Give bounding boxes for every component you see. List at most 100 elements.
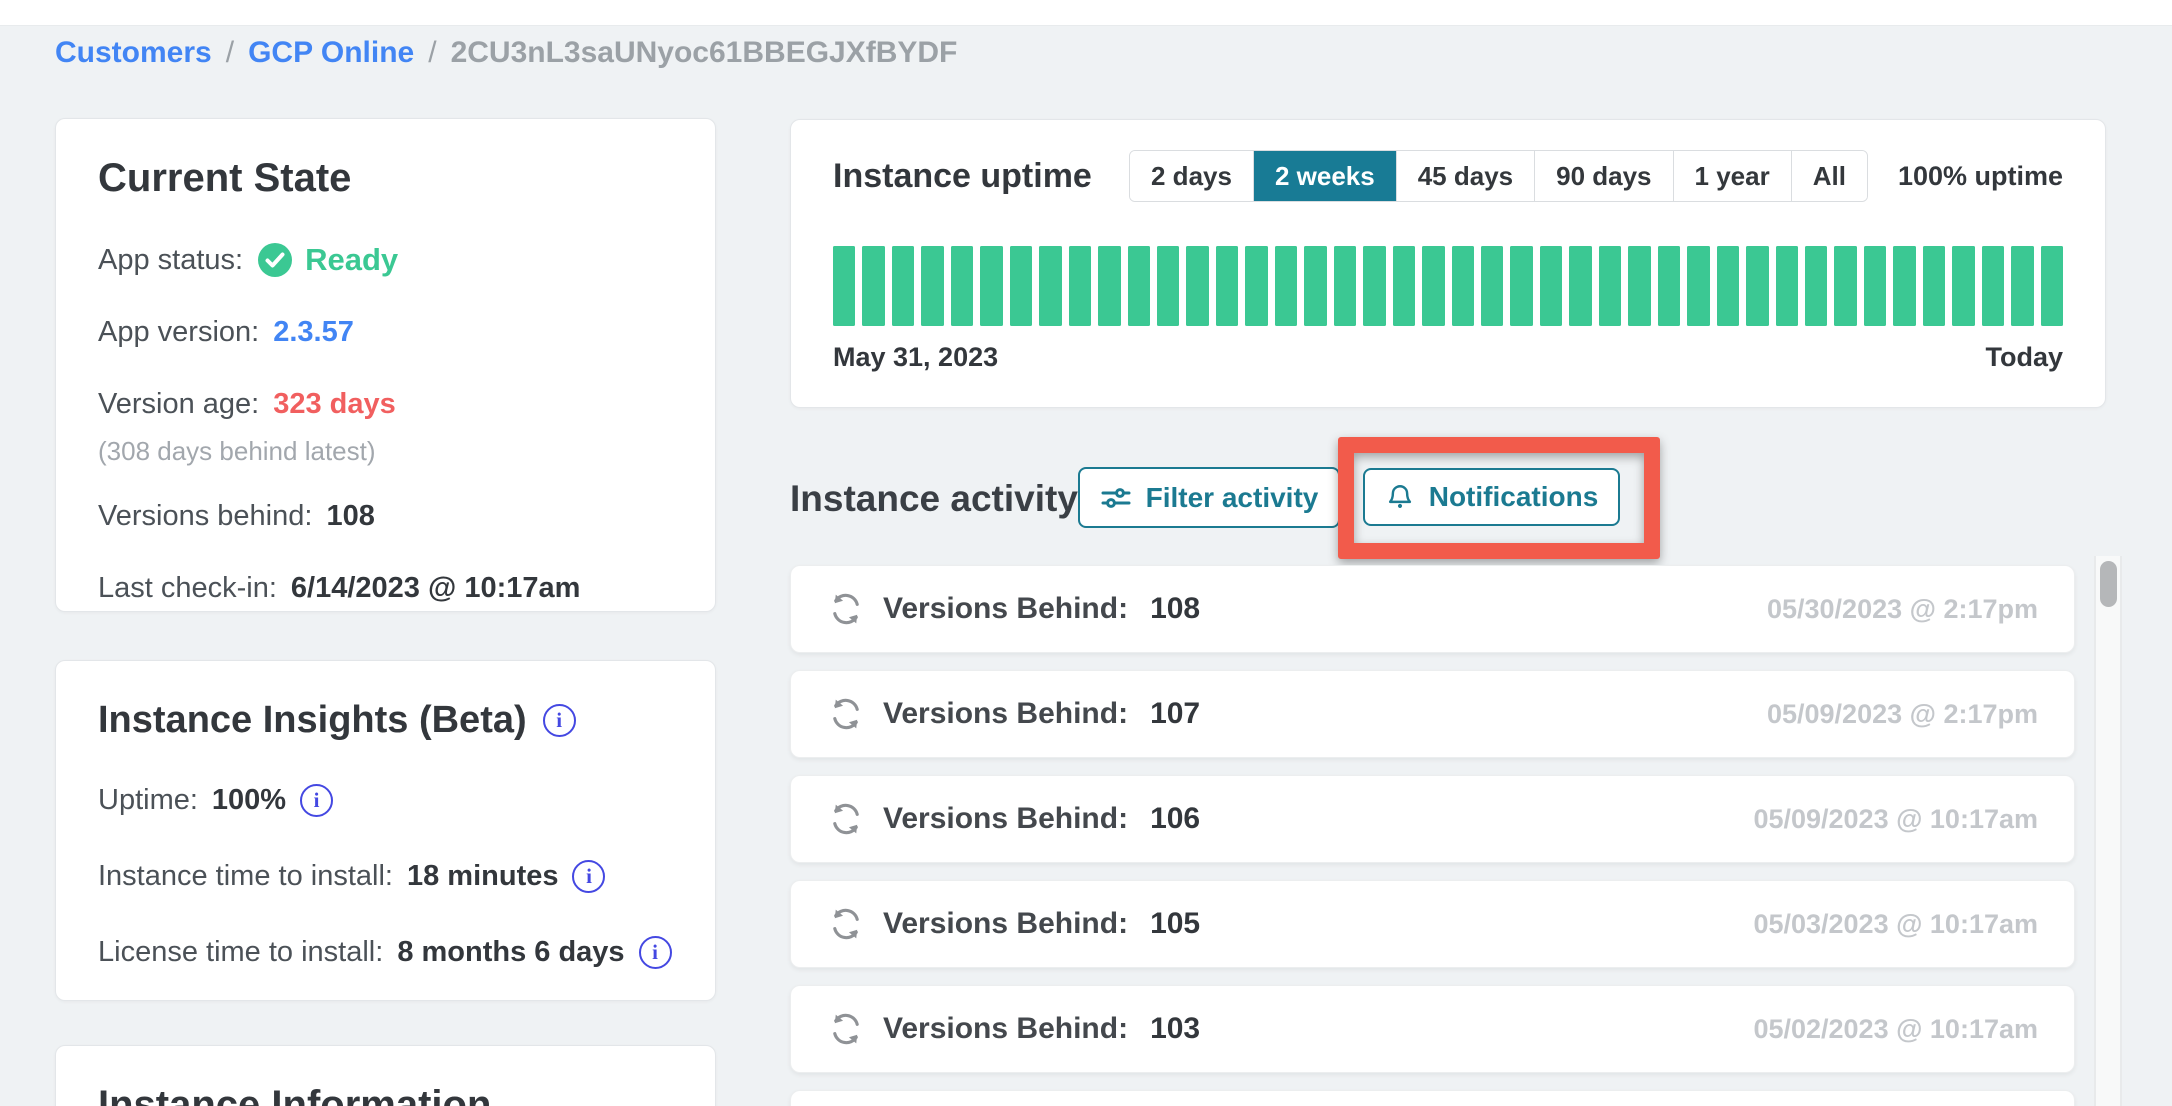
uptime-bar [2041, 246, 2063, 326]
version-age-value: 323 days [273, 383, 396, 425]
activity-scrollbar-thumb[interactable] [2100, 561, 2117, 607]
uptime-bar [1393, 246, 1415, 326]
activity-row-timestamp: 05/09/2023 @ 10:17am [1753, 804, 2038, 835]
sync-icon [827, 590, 865, 628]
breadcrumb-item: 2CU3nL3saUNyoc61BBEGJXfBYDF [451, 36, 958, 70]
activity-row: Versions Behind: 106 05/09/2023 @ 10:17a… [790, 775, 2075, 863]
uptime-bar [1098, 246, 1120, 326]
uptime-range-button[interactable]: 90 days [1535, 151, 1673, 201]
uptime-start-label: May 31, 2023 [833, 342, 998, 373]
uptime-bar [1245, 246, 1267, 326]
app-version-label: App version: [98, 311, 259, 353]
uptime-bar [1746, 246, 1768, 326]
uptime-bar [1010, 246, 1032, 326]
app-status-text: Ready [305, 239, 398, 281]
activity-row-timestamp: 05/02/2023 @ 10:17am [1753, 1014, 2038, 1045]
uptime-bar [980, 246, 1002, 326]
uptime-bar [951, 246, 973, 326]
breadcrumb-item[interactable]: Customers [55, 36, 212, 70]
version-age-label: Version age: [98, 383, 259, 425]
activity-row-value: 108 [1150, 592, 1200, 626]
uptime-bar [833, 246, 855, 326]
uptime-bar [1304, 246, 1326, 326]
bell-icon [1385, 482, 1415, 512]
insight-label: License time to install: [98, 931, 383, 973]
insight-row: License time to install: 8 months 6 days… [98, 931, 673, 973]
uptime-bar [1776, 246, 1798, 326]
instance-insights-card: Instance Insights (Beta) i Uptime: 100% … [55, 660, 716, 1001]
uptime-bar [892, 246, 914, 326]
insight-value: 18 minutes [407, 855, 559, 897]
uptime-bar-chart [833, 246, 2063, 326]
insight-value: 100% [212, 779, 286, 821]
info-icon[interactable]: i [300, 784, 333, 817]
last-checkin-label: Last check-in: [98, 567, 277, 609]
info-icon[interactable]: i [572, 860, 605, 893]
last-checkin-row: Last check-in: 6/14/2023 @ 10:17am [98, 567, 673, 609]
activity-row-value: 107 [1150, 697, 1200, 731]
activity-title: Instance activity [790, 478, 1078, 520]
uptime-bar [1864, 246, 1886, 326]
uptime-header: Instance uptime 2 days2 weeks45 days90 d… [833, 150, 2063, 202]
insights-title: Instance Insights (Beta) [98, 695, 527, 745]
uptime-range-button[interactable]: 45 days [1397, 151, 1535, 201]
uptime-bar [1952, 246, 1974, 326]
activity-row [790, 1090, 2075, 1106]
uptime-bar [1481, 246, 1503, 326]
activity-row-timestamp: 05/30/2023 @ 2:17pm [1767, 594, 2038, 625]
uptime-range-button[interactable]: 1 year [1674, 151, 1792, 201]
info-icon[interactable]: i [543, 704, 576, 737]
activity-list: Versions Behind: 108 05/30/2023 @ 2:17pm… [790, 565, 2075, 1106]
sync-icon [827, 905, 865, 943]
uptime-bar [1334, 246, 1356, 326]
breadcrumb-separator: / [226, 36, 234, 70]
app-version-row: App version: 2.3.57 [98, 311, 673, 353]
uptime-bar [1599, 246, 1621, 326]
activity-row: Versions Behind: 108 05/30/2023 @ 2:17pm [790, 565, 2075, 653]
notifications-label: Notifications [1429, 481, 1599, 513]
activity-row-value: 103 [1150, 1012, 1200, 1046]
notifications-button[interactable]: Notifications [1363, 468, 1620, 526]
uptime-range-button[interactable]: 2 days [1130, 151, 1254, 201]
uptime-bar [1452, 246, 1474, 326]
app-version-value[interactable]: 2.3.57 [273, 311, 354, 353]
uptime-bar [1039, 246, 1061, 326]
instance-uptime-card: Instance uptime 2 days2 weeks45 days90 d… [790, 119, 2106, 408]
app-status-value: Ready [257, 239, 398, 281]
top-bar [0, 0, 2172, 26]
uptime-bar [1186, 246, 1208, 326]
uptime-range-button[interactable]: 2 weeks [1254, 151, 1397, 201]
uptime-bar [1982, 246, 2004, 326]
uptime-end-label: Today [1985, 342, 2063, 373]
filter-activity-label: Filter activity [1146, 482, 1319, 514]
activity-row: Versions Behind: 105 05/03/2023 @ 10:17a… [790, 880, 2075, 968]
activity-row-label: Versions Behind: [883, 1012, 1128, 1046]
activity-row-timestamp: 05/03/2023 @ 10:17am [1753, 909, 2038, 940]
uptime-title: Instance uptime [833, 157, 1092, 196]
uptime-bar [1687, 246, 1709, 326]
sliders-icon [1100, 482, 1132, 514]
last-checkin-value: 6/14/2023 @ 10:17am [291, 567, 581, 609]
app-status-row: App status: Ready [98, 239, 673, 281]
uptime-bar [1717, 246, 1739, 326]
activity-row-label: Versions Behind: [883, 697, 1128, 731]
uptime-bar [1805, 246, 1827, 326]
versions-behind-label: Versions behind: [98, 495, 312, 537]
sync-icon [827, 695, 865, 733]
activity-row-value: 105 [1150, 907, 1200, 941]
sync-icon [827, 800, 865, 838]
uptime-summary: 100% uptime [1898, 161, 2063, 192]
current-state-title: Current State [98, 153, 673, 203]
breadcrumb: Customers/GCP Online/2CU3nL3saUNyoc61BBE… [55, 36, 957, 70]
uptime-bar [1628, 246, 1650, 326]
instance-information-title: Instance Information [98, 1080, 673, 1106]
info-icon[interactable]: i [639, 936, 672, 969]
insight-row: Uptime: 100% i [98, 779, 673, 821]
uptime-range-button[interactable]: All [1792, 151, 1867, 201]
breadcrumb-item[interactable]: GCP Online [248, 36, 414, 70]
versions-behind-row: Versions behind: 108 [98, 495, 673, 537]
versions-behind-value: 108 [326, 495, 374, 537]
activity-scrollbar-track[interactable] [2094, 556, 2122, 1106]
uptime-bar [862, 246, 884, 326]
filter-activity-button[interactable]: Filter activity [1078, 467, 1340, 528]
